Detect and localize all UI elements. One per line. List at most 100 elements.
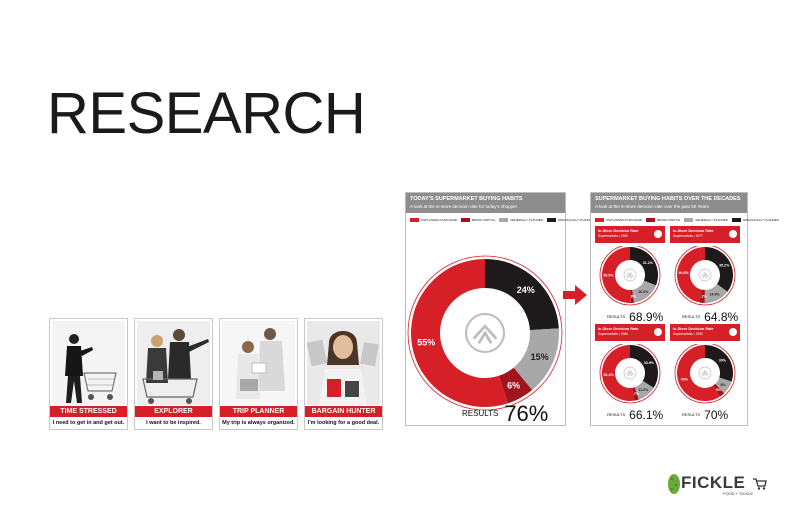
persona-quote: I'm looking for a good deal.	[307, 420, 380, 426]
results-label: RESULTS	[682, 314, 701, 320]
badge-icon	[729, 328, 737, 336]
chevron-up-icon	[626, 370, 634, 377]
panel-subtitle: A look at the in-store decision rate ove…	[595, 204, 709, 209]
chevron-up-icon	[701, 272, 709, 279]
results-readout: RESULTS 64.8%	[682, 310, 738, 324]
legend-label: SPECIFICALLY PLANNED	[742, 217, 779, 222]
today-buying-habits-panel: TODAY'S SUPERMARKET BUYING HABITS A look…	[405, 192, 594, 427]
today-donut-chart: 24% 15% 6% 55%	[407, 255, 563, 411]
legend-label: GENERALLY PLANNED	[510, 217, 543, 222]
slice-label: 55%	[417, 337, 435, 347]
slice-label: 14.9%	[709, 293, 720, 297]
legend-label: BRAND SWITCH	[472, 217, 496, 222]
donut-chart: 30%8%3%59%	[674, 344, 736, 404]
decade-chart-1977: In-Store Decision Rate Supermarkets • 19…	[670, 226, 740, 324]
results-readout: RESULTS 68.9%	[607, 310, 663, 324]
persona-label: EXPLORER	[135, 406, 212, 417]
results-value: 66.1%	[629, 408, 664, 422]
legend-item: GENERALLY PLANNED	[499, 216, 543, 223]
chevron-up-icon	[701, 370, 709, 377]
chart-legend: UNPLANNED PURCHASE BRAND SWITCH GENERALL…	[410, 216, 594, 223]
woman-shopping-cart-photo	[52, 321, 125, 405]
slice-label: 24%	[517, 285, 535, 295]
mini-subtitle: Supermarkets • 1986	[598, 332, 628, 336]
legend-label: GENERALLY PLANNED	[695, 217, 728, 222]
legend-item: BRAND SWITCH	[461, 216, 495, 223]
badge-icon	[654, 328, 662, 336]
badge-icon	[654, 230, 662, 238]
results-label: RESULTS	[462, 409, 499, 419]
results-value: 64.8%	[704, 310, 739, 324]
persona-card-trip-planner: TRIP PLANNER My trip is always organized…	[219, 318, 298, 430]
results-label: RESULTS	[607, 412, 626, 418]
slice-label: 52.4%	[603, 373, 614, 377]
results-readout: RESULTS 66.1%	[607, 408, 663, 422]
legend-label: UNPLANNED PURCHASE	[606, 217, 643, 222]
couple-with-list-photo	[222, 321, 295, 405]
results-readout: RESULTS 70%	[682, 408, 728, 422]
results-value: 68.9%	[629, 310, 664, 324]
donut-segment-specifically-planned	[630, 345, 658, 388]
persona-card-explorer: EXPLORER I want to be inspired.	[134, 318, 213, 430]
persona-label: BARGAIN HUNTER	[305, 406, 382, 417]
persona-photo	[307, 321, 380, 405]
mini-subtitle: Supermarkets • 1965	[598, 234, 628, 238]
mini-header: In-Store Decision Rate Supermarkets • 19…	[595, 324, 665, 341]
panel-subtitle: A look at the in-store decision rate for…	[410, 204, 518, 209]
slice-label: 6%	[507, 380, 520, 390]
legend-item: UNPLANNED PURCHASE	[410, 216, 457, 223]
mini-subtitle: Supermarkets • 1995	[673, 332, 703, 336]
persona-photo	[137, 321, 210, 405]
mini-subtitle: Supermarkets • 1977	[673, 234, 703, 238]
persona-quote: I want to be inspired.	[146, 420, 201, 426]
donut-segment-specifically-planned	[705, 247, 733, 292]
slice-label: 59%	[681, 377, 689, 381]
arrow-right-icon	[563, 285, 587, 305]
legend-item: UNPLANNED PURCHASE	[595, 216, 642, 223]
results-label: RESULTS	[682, 412, 701, 418]
legend-item: GENERALLY PLANNED	[684, 216, 728, 223]
donut-chart: 35.2%14.9%3.2%46.6%	[674, 246, 736, 306]
slice-label: 31.1%	[643, 261, 654, 265]
decade-chart-1986: In-Store Decision Rate Supermarkets • 19…	[595, 324, 665, 422]
slice-label: 16.6%	[638, 290, 649, 294]
badge-icon	[729, 230, 737, 238]
slice-label: 15%	[531, 352, 549, 362]
couple-shopping-photo	[137, 321, 210, 405]
persona-label: TIME STRESSED	[50, 406, 127, 417]
slice-label: 46.6%	[679, 271, 690, 275]
donut-chart: 31.1%16.6%1.8%50.5%	[599, 246, 661, 306]
legend-label: BRAND SWITCH	[657, 217, 681, 222]
donut-chart: 33.9%11.0%2.7%52.4%	[599, 344, 661, 404]
slice-label: 33.9%	[644, 361, 655, 365]
slice-label: 8%	[721, 383, 727, 387]
chart-legend: UNPLANNED PURCHASE BRAND SWITCH GENERALL…	[595, 216, 779, 223]
slice-label: 35.2%	[719, 264, 730, 268]
shopping-cart-icon	[753, 478, 767, 490]
results-readout: RESULTS 76%	[462, 401, 548, 427]
panel-header: SUPERMARKET BUYING HABITS OVER THE DECAD…	[591, 193, 747, 213]
donut-segment-specifically-planned	[705, 345, 733, 382]
slice-label: 30%	[719, 359, 727, 363]
persona-photo	[222, 321, 295, 405]
decade-chart-1965: In-Store Decision Rate Supermarkets • 19…	[595, 226, 665, 324]
persona-card-time-stressed: TIME STRESSED I need to get in and get o…	[49, 318, 128, 430]
persona-quote: My trip is always organized.	[222, 420, 295, 426]
legend-item: SPECIFICALLY PLANNED	[546, 216, 594, 223]
chevron-up-icon	[472, 324, 498, 344]
logo-wordmark: FICKLE	[681, 473, 746, 492]
panel-title: SUPERMARKET BUYING HABITS OVER THE DECAD…	[595, 196, 741, 202]
results-value: 70%	[704, 408, 729, 422]
slice-label: 11.0%	[638, 388, 649, 392]
persona-card-bargain-hunter: BARGAIN HUNTER I'm looking for a good de…	[304, 318, 383, 430]
mini-header: In-Store Decision Rate Supermarkets • 19…	[595, 226, 665, 243]
persona-photo	[52, 321, 125, 405]
persona-label: TRIP PLANNER	[220, 406, 297, 417]
chevron-up-icon	[626, 272, 634, 279]
panel-header: TODAY'S SUPERMARKET BUYING HABITS A look…	[406, 193, 565, 213]
persona-quote: I need to get in and get out.	[52, 420, 125, 426]
legend-label: UNPLANNED PURCHASE	[421, 217, 458, 222]
mini-header: In-Store Decision Rate Supermarkets • 19…	[670, 226, 740, 243]
page-title: RESEARCH	[47, 81, 366, 146]
woman-with-sale-bags-photo	[307, 321, 380, 405]
